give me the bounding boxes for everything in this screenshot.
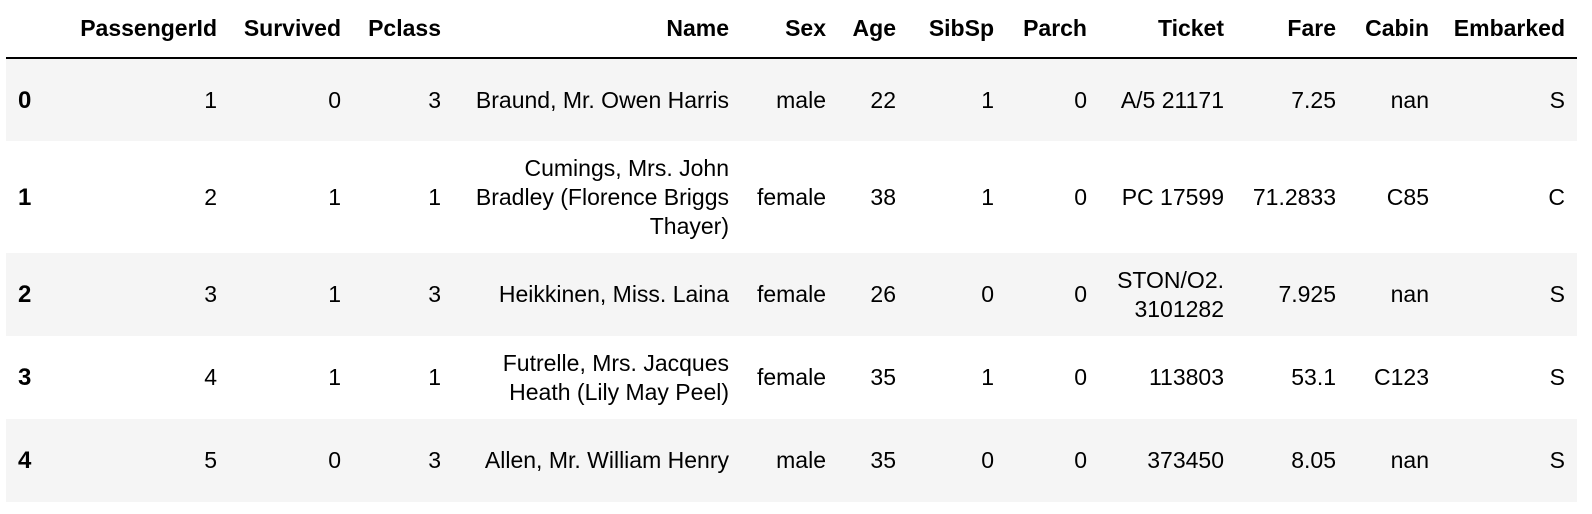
cell-age: 26: [870, 281, 896, 307]
cell-cabin: C85: [1386, 183, 1429, 210]
cell-pclass: 3: [428, 86, 441, 113]
row-index: 0: [18, 86, 32, 114]
cell-ticket: A/5 21171: [1120, 86, 1224, 113]
cell-survived: 1: [328, 183, 341, 210]
table-row: 0 1 0 3 Braund, Mr. Owen Harris male 22 …: [6, 58, 1577, 141]
table-row: 3 4 1 1 Futrelle, Mrs. Jacques Heath (Li…: [6, 336, 1577, 419]
cell-sex: male: [776, 447, 826, 473]
cell-parch: 0: [1074, 447, 1087, 473]
column-header-sibsp: SibSp: [908, 0, 1006, 59]
cell-sibsp: 1: [981, 86, 994, 113]
cell-cabin: nan: [1390, 86, 1429, 113]
row-index: 2: [18, 281, 32, 308]
cell-pclass: 1: [428, 183, 441, 210]
cell-name: Cumings, Mrs. John Bradley (Florence Bri…: [475, 154, 729, 239]
index-header: [6, 0, 52, 59]
cell-survived: 0: [328, 447, 341, 473]
row-index: 4: [18, 447, 32, 474]
cell-name: Heikkinen, Miss. Laina: [498, 281, 729, 307]
column-header-survived: Survived: [229, 0, 353, 59]
cell-parch: 0: [1074, 281, 1087, 307]
column-header-pclass: Pclass: [353, 0, 453, 59]
cell-sex: male: [776, 86, 826, 113]
cell-sex: female: [756, 364, 826, 390]
cell-age: 38: [870, 183, 896, 210]
cell-passengerid: 2: [204, 183, 217, 210]
cell-name: Futrelle, Mrs. Jacques Heath (Lily May P…: [502, 349, 729, 405]
column-header-parch: Parch: [1006, 0, 1099, 59]
cell-ticket: 373450: [1147, 447, 1224, 473]
cell-ticket: PC 17599: [1121, 183, 1224, 210]
table-row: 1 2 1 1 Cumings, Mrs. John Bradley (Flor…: [6, 141, 1577, 253]
table-row: 2 3 1 3 Heikkinen, Miss. Laina female 26…: [6, 253, 1577, 336]
cell-embarked: S: [1549, 86, 1565, 113]
column-header-age: Age: [838, 0, 908, 59]
cell-parch: 0: [1074, 183, 1087, 210]
cell-fare: 7.925: [1278, 281, 1336, 307]
cell-sex: female: [756, 183, 826, 210]
cell-fare: 7.25: [1291, 86, 1336, 113]
cell-parch: 0: [1074, 364, 1087, 390]
cell-embarked: S: [1549, 281, 1565, 307]
column-header-embarked: Embarked: [1441, 0, 1577, 59]
cell-cabin: nan: [1390, 447, 1429, 473]
cell-embarked: C: [1548, 183, 1565, 210]
cell-passengerid: 3: [204, 281, 217, 307]
cell-passengerid: 5: [204, 447, 217, 473]
column-header-name: Name: [453, 0, 741, 59]
cell-ticket: 113803: [1148, 364, 1224, 390]
cell-name: Allen, Mr. William Henry: [484, 447, 729, 473]
cell-pclass: 3: [428, 447, 441, 473]
column-header-fare: Fare: [1236, 0, 1348, 59]
cell-parch: 0: [1074, 86, 1087, 113]
table-row: 4 5 0 3 Allen, Mr. William Henry male 35…: [6, 419, 1577, 502]
column-header-ticket: Ticket: [1099, 0, 1236, 59]
table-header: PassengerId Survived Pclass Name Sex Age…: [6, 0, 1577, 59]
cell-sibsp: 0: [981, 281, 994, 307]
cell-passengerid: 4: [204, 364, 217, 390]
cell-survived: 1: [328, 281, 341, 307]
cell-sibsp: 1: [981, 183, 994, 210]
cell-cabin: C123: [1374, 364, 1429, 390]
dataframe-table: PassengerId Survived Pclass Name Sex Age…: [6, 0, 1577, 502]
cell-age: 22: [870, 86, 896, 113]
cell-passengerid: 1: [204, 86, 217, 113]
column-header-passengerid: PassengerId: [52, 0, 229, 59]
cell-name: Braund, Mr. Owen Harris: [475, 86, 729, 113]
row-index: 1: [18, 183, 32, 211]
cell-embarked: S: [1549, 364, 1565, 390]
cell-age: 35: [870, 364, 896, 390]
cell-survived: 0: [328, 86, 341, 113]
table-body: 0 1 0 3 Braund, Mr. Owen Harris male 22 …: [6, 58, 1577, 502]
cell-embarked: S: [1549, 447, 1565, 473]
cell-sibsp: 0: [981, 447, 994, 473]
cell-sibsp: 1: [981, 364, 994, 390]
cell-fare: 8.05: [1291, 447, 1336, 473]
cell-pclass: 1: [428, 364, 441, 390]
row-index: 3: [18, 364, 32, 391]
cell-pclass: 3: [428, 281, 441, 307]
column-header-sex: Sex: [741, 0, 838, 59]
cell-age: 35: [870, 447, 896, 473]
cell-survived: 1: [328, 364, 341, 390]
cell-fare: 71.2833: [1252, 183, 1336, 210]
column-header-cabin: Cabin: [1348, 0, 1441, 59]
cell-sex: female: [756, 281, 826, 307]
cell-fare: 53.1: [1291, 364, 1336, 390]
cell-ticket: STON/O2. 3101282: [1117, 266, 1224, 322]
cell-cabin: nan: [1390, 281, 1429, 307]
header-row: PassengerId Survived Pclass Name Sex Age…: [6, 0, 1577, 59]
